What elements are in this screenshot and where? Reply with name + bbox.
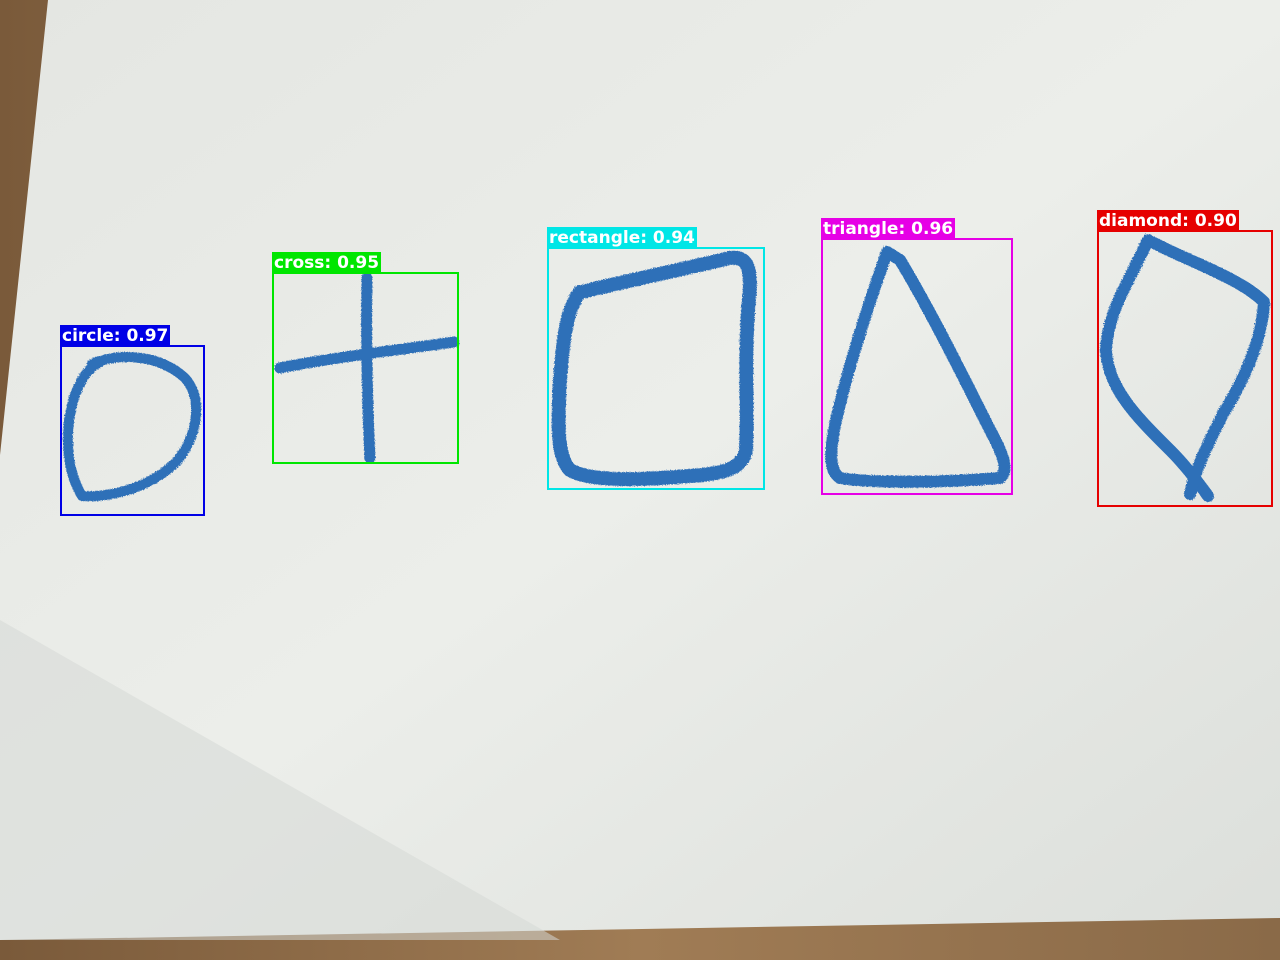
detection-box-triangle: triangle: 0.96 bbox=[821, 218, 1013, 495]
detection-box-circle: circle: 0.97 bbox=[60, 325, 205, 516]
detection-label-cross: cross: 0.95 bbox=[272, 252, 382, 274]
detection-box-rectangle: rectangle: 0.94 bbox=[547, 227, 765, 490]
detection-box-cross: cross: 0.95 bbox=[272, 252, 459, 464]
detection-box-diamond: diamond: 0.90 bbox=[1097, 210, 1273, 507]
detection-label-rectangle: rectangle: 0.94 bbox=[547, 227, 697, 249]
detection-label-diamond: diamond: 0.90 bbox=[1097, 210, 1239, 232]
detection-label-triangle: triangle: 0.96 bbox=[821, 218, 956, 240]
detection-label-circle: circle: 0.97 bbox=[60, 325, 171, 347]
